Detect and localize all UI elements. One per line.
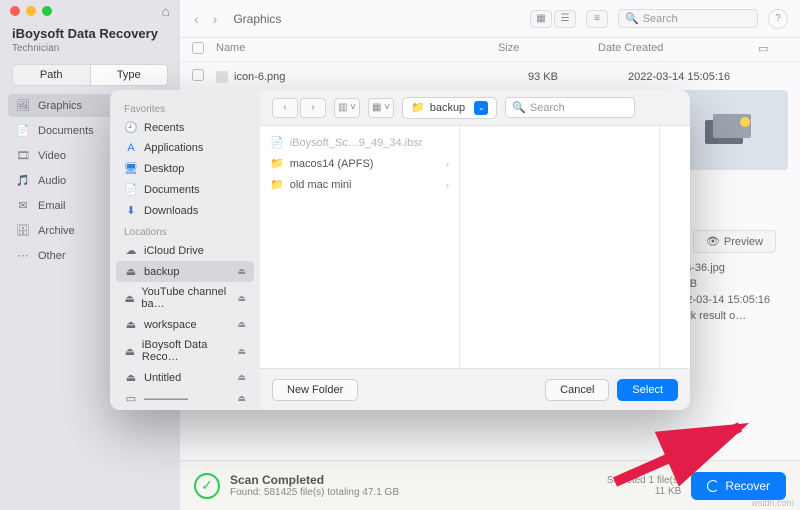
loc-untitled[interactable]: ⏏Untitled⏏ xyxy=(116,367,254,388)
loc--[interactable]: ▭————⏏ xyxy=(116,388,254,409)
group-by-icon[interactable]: ▦ ˅ xyxy=(368,98,394,118)
loc-icloud-drive[interactable]: ☁︎iCloud Drive xyxy=(116,240,254,261)
file-entry[interactable]: 📁old mac mini› xyxy=(260,174,459,195)
drive-icon: ⏏ xyxy=(124,318,138,331)
drive-icon: ⏏ xyxy=(124,345,136,358)
dialog-sidebar: Favorites 🕘RecentsAApplications🖥Desktop📄… xyxy=(110,90,260,410)
dialog-forward-icon[interactable]: › xyxy=(300,98,326,118)
eject-icon[interactable]: ⏏ xyxy=(237,293,246,304)
sidebar-icon: A xyxy=(124,142,138,154)
drive-icon: ⏏ xyxy=(124,265,138,278)
eject-icon[interactable]: ⏏ xyxy=(237,319,246,330)
dropdown-icon: ⌄ xyxy=(474,101,488,115)
new-folder-button[interactable]: New Folder xyxy=(272,379,358,401)
drive-icon: ⏏ xyxy=(124,292,135,305)
column-browser: 📄iBoysoft_Sc…9_49_34.ibsr📁macos14 (APFS)… xyxy=(260,126,690,368)
dialog-main: ‹ › ▥ ˅ ▦ ˅ 📁 backup ⌄ 🔍 Search 📄iBoysof… xyxy=(260,90,690,410)
eject-icon[interactable]: ⏏ xyxy=(237,266,246,277)
locations-header: Locations xyxy=(116,221,254,240)
dialog-back-icon[interactable]: ‹ xyxy=(272,98,298,118)
column-pane-2[interactable] xyxy=(460,126,660,368)
fav-recents[interactable]: 🕘Recents xyxy=(116,117,254,138)
folder-icon: 📁 xyxy=(270,157,284,170)
sidebar-icon: ⬇︎ xyxy=(124,204,138,217)
sidebar-icon: 🕘 xyxy=(124,121,138,134)
column-pane-1[interactable]: 📄iBoysoft_Sc…9_49_34.ibsr📁macos14 (APFS)… xyxy=(260,126,460,368)
search-icon: 🔍 xyxy=(512,101,526,114)
dialog-footer: New Folder Cancel Select xyxy=(260,368,690,410)
select-button[interactable]: Select xyxy=(617,379,678,401)
chevron-right-icon: › xyxy=(446,180,449,190)
sidebar-icon: 📄 xyxy=(124,183,138,196)
save-dialog-overlay: Favorites 🕘RecentsAApplications🖥Desktop📄… xyxy=(0,0,800,510)
loc-backup[interactable]: ⏏backup⏏ xyxy=(116,261,254,282)
loc-iboysoft-data-reco-[interactable]: ⏏iBoysoft Data Reco…⏏ xyxy=(116,335,254,367)
loc-workspace[interactable]: ⏏workspace⏏ xyxy=(116,314,254,335)
save-dialog: Favorites 🕘RecentsAApplications🖥Desktop📄… xyxy=(110,90,690,410)
column-view-icon[interactable]: ▥ ˅ xyxy=(334,98,360,118)
drive-icon: ▭ xyxy=(124,392,138,405)
fav-documents[interactable]: 📄Documents xyxy=(116,179,254,200)
file-entry[interactable]: 📄iBoysoft_Sc…9_49_34.ibsr xyxy=(260,132,459,153)
eject-icon[interactable]: ⏏ xyxy=(237,346,246,357)
file-entry[interactable]: 📁macos14 (APFS)› xyxy=(260,153,459,174)
favorites-header: Favorites xyxy=(116,98,254,117)
drive-icon: ☁︎ xyxy=(124,244,138,257)
fav-applications[interactable]: AApplications xyxy=(116,138,254,158)
watermark: wsldn.com xyxy=(751,498,794,508)
sidebar-icon: 🖥 xyxy=(124,162,138,175)
chevron-right-icon: › xyxy=(446,159,449,169)
fav-desktop[interactable]: 🖥Desktop xyxy=(116,158,254,179)
dialog-search-input[interactable]: 🔍 Search xyxy=(505,97,635,118)
folder-icon: 📁 xyxy=(270,178,284,191)
current-folder-dropdown[interactable]: 📁 backup ⌄ xyxy=(402,97,497,119)
eject-icon[interactable]: ⏏ xyxy=(237,372,246,383)
drive-icon: ⏏ xyxy=(124,371,138,384)
loc-youtube-channel-ba-[interactable]: ⏏YouTube channel ba…⏏ xyxy=(116,282,254,314)
eject-icon[interactable]: ⏏ xyxy=(237,393,246,404)
cancel-button[interactable]: Cancel xyxy=(545,379,609,401)
file-icon: 📄 xyxy=(270,136,284,149)
loc-network[interactable]: 🌐Network xyxy=(116,409,254,410)
folder-icon: 📁 xyxy=(411,101,425,114)
fav-downloads[interactable]: ⬇︎Downloads xyxy=(116,200,254,221)
dialog-toolbar: ‹ › ▥ ˅ ▦ ˅ 📁 backup ⌄ 🔍 Search xyxy=(260,90,690,126)
